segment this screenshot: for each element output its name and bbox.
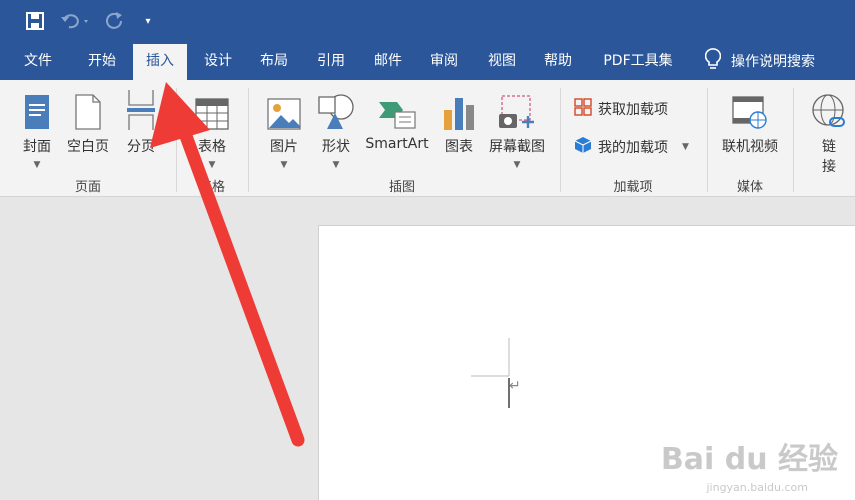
document-canvas: ↵ Bai du 经验 jingyan.baidu.com bbox=[0, 197, 855, 500]
globe-link-icon bbox=[812, 90, 846, 130]
tab-pdf-tools[interactable]: PDF工具集 bbox=[592, 42, 684, 80]
ribbon-tabs: 文件 开始 插入 设计 布局 引用 邮件 审阅 视图 帮助 PDF工具集 操作说… bbox=[0, 42, 855, 80]
page-break-label: 分页 bbox=[127, 139, 155, 155]
chart-label: 图表 bbox=[445, 139, 473, 155]
margin-corner-mark bbox=[471, 338, 510, 408]
table-icon bbox=[195, 90, 229, 130]
page-break-button[interactable]: 分页 bbox=[120, 90, 162, 156]
smartart-button[interactable]: SmartArt bbox=[362, 90, 432, 152]
quick-access-toolbar: ▾ bbox=[0, 0, 855, 42]
links-button[interactable]: 链 接 bbox=[806, 90, 852, 176]
undo-icon[interactable] bbox=[58, 8, 94, 34]
chevron-down-icon: ▼ bbox=[513, 160, 521, 170]
document-page[interactable]: ↵ Bai du 经验 jingyan.baidu.com bbox=[318, 225, 855, 500]
group-label-addins: 加载项 bbox=[613, 180, 653, 195]
save-icon[interactable] bbox=[22, 8, 48, 34]
table-label: 表格 bbox=[198, 139, 226, 155]
smartart-icon bbox=[377, 90, 417, 130]
tab-references[interactable]: 引用 bbox=[305, 42, 357, 80]
group-divider bbox=[793, 88, 794, 192]
cover-page-button[interactable]: 封面 ▼ bbox=[14, 90, 60, 170]
screenshot-icon bbox=[498, 90, 536, 130]
get-addins-button[interactable]: 获取加载项 bbox=[574, 98, 668, 120]
chevron-down-icon: ▼ bbox=[208, 160, 216, 170]
screenshot-button[interactable]: 屏幕截图 ▼ bbox=[484, 90, 550, 170]
my-addins-label: 我的加载项 bbox=[598, 140, 668, 156]
links-label-line2: 接 bbox=[822, 159, 836, 175]
watermark-logo: Bai du 经验 bbox=[660, 442, 838, 477]
tab-home[interactable]: 开始 bbox=[76, 42, 128, 80]
tab-view[interactable]: 视图 bbox=[476, 42, 528, 80]
cover-page-label: 封面 bbox=[23, 139, 51, 155]
pictures-label: 图片 bbox=[270, 139, 298, 155]
tab-review[interactable]: 审阅 bbox=[418, 42, 470, 80]
shapes-icon bbox=[317, 90, 355, 130]
tab-file[interactable]: 文件 bbox=[12, 42, 64, 80]
tell-me-label: 操作说明搜索 bbox=[731, 54, 815, 70]
cover-page-icon bbox=[24, 90, 50, 130]
customize-qat-button[interactable]: ▾ bbox=[140, 8, 156, 34]
tab-insert[interactable]: 插入 bbox=[133, 44, 187, 80]
chart-button[interactable]: 图表 bbox=[440, 90, 478, 156]
chevron-down-icon: ▼ bbox=[33, 160, 41, 170]
online-video-icon bbox=[732, 90, 768, 130]
group-label-tables: 表格 bbox=[198, 180, 225, 195]
group-divider bbox=[560, 88, 561, 192]
chart-icon bbox=[443, 90, 475, 130]
online-video-button[interactable]: 联机视频 bbox=[716, 90, 784, 156]
my-addins-button[interactable]: 我的加载项 ▼ bbox=[574, 136, 689, 158]
watermark-url: jingyan.baidu.com bbox=[706, 481, 808, 494]
page-break-icon bbox=[126, 90, 156, 130]
tab-help[interactable]: 帮助 bbox=[532, 42, 584, 80]
ribbon-panel: 封面 ▼ 空白页 分页 页面 表格 ▼ 表格 图片 ▼ 形状 ▼ SmartAr… bbox=[0, 80, 855, 197]
group-label-illustrations: 插图 bbox=[388, 180, 415, 195]
chevron-down-icon: ▼ bbox=[682, 142, 689, 152]
blank-page-label: 空白页 bbox=[67, 139, 109, 155]
smartart-label: SmartArt bbox=[365, 136, 429, 152]
tab-mailings[interactable]: 邮件 bbox=[362, 42, 414, 80]
table-button[interactable]: 表格 ▼ bbox=[188, 90, 236, 170]
tell-me-search[interactable]: 操作说明搜索 bbox=[704, 42, 815, 80]
chevron-down-icon: ▼ bbox=[280, 160, 288, 170]
shapes-label: 形状 bbox=[322, 139, 350, 155]
group-label-pages: 页面 bbox=[74, 180, 101, 195]
paragraph-mark: ↵ bbox=[509, 378, 521, 394]
blank-page-button[interactable]: 空白页 bbox=[64, 90, 112, 156]
shapes-button[interactable]: 形状 ▼ bbox=[314, 90, 358, 170]
lightbulb-icon bbox=[704, 48, 722, 74]
addin-cube-icon bbox=[574, 136, 592, 158]
blank-page-icon bbox=[75, 90, 101, 130]
picture-icon bbox=[267, 90, 301, 130]
tab-design[interactable]: 设计 bbox=[192, 42, 244, 80]
links-label-line1: 链 bbox=[822, 139, 836, 155]
group-divider bbox=[176, 88, 177, 192]
store-icon bbox=[574, 98, 592, 120]
get-addins-label: 获取加载项 bbox=[598, 102, 668, 118]
group-label-media: 媒体 bbox=[736, 180, 763, 195]
screenshot-label: 屏幕截图 bbox=[489, 139, 545, 155]
redo-icon[interactable] bbox=[102, 8, 128, 34]
tab-layout[interactable]: 布局 bbox=[248, 42, 300, 80]
group-divider bbox=[248, 88, 249, 192]
chevron-down-icon: ▼ bbox=[332, 160, 340, 170]
group-divider bbox=[707, 88, 708, 192]
pictures-button[interactable]: 图片 ▼ bbox=[264, 90, 304, 170]
online-video-label: 联机视频 bbox=[722, 139, 778, 155]
